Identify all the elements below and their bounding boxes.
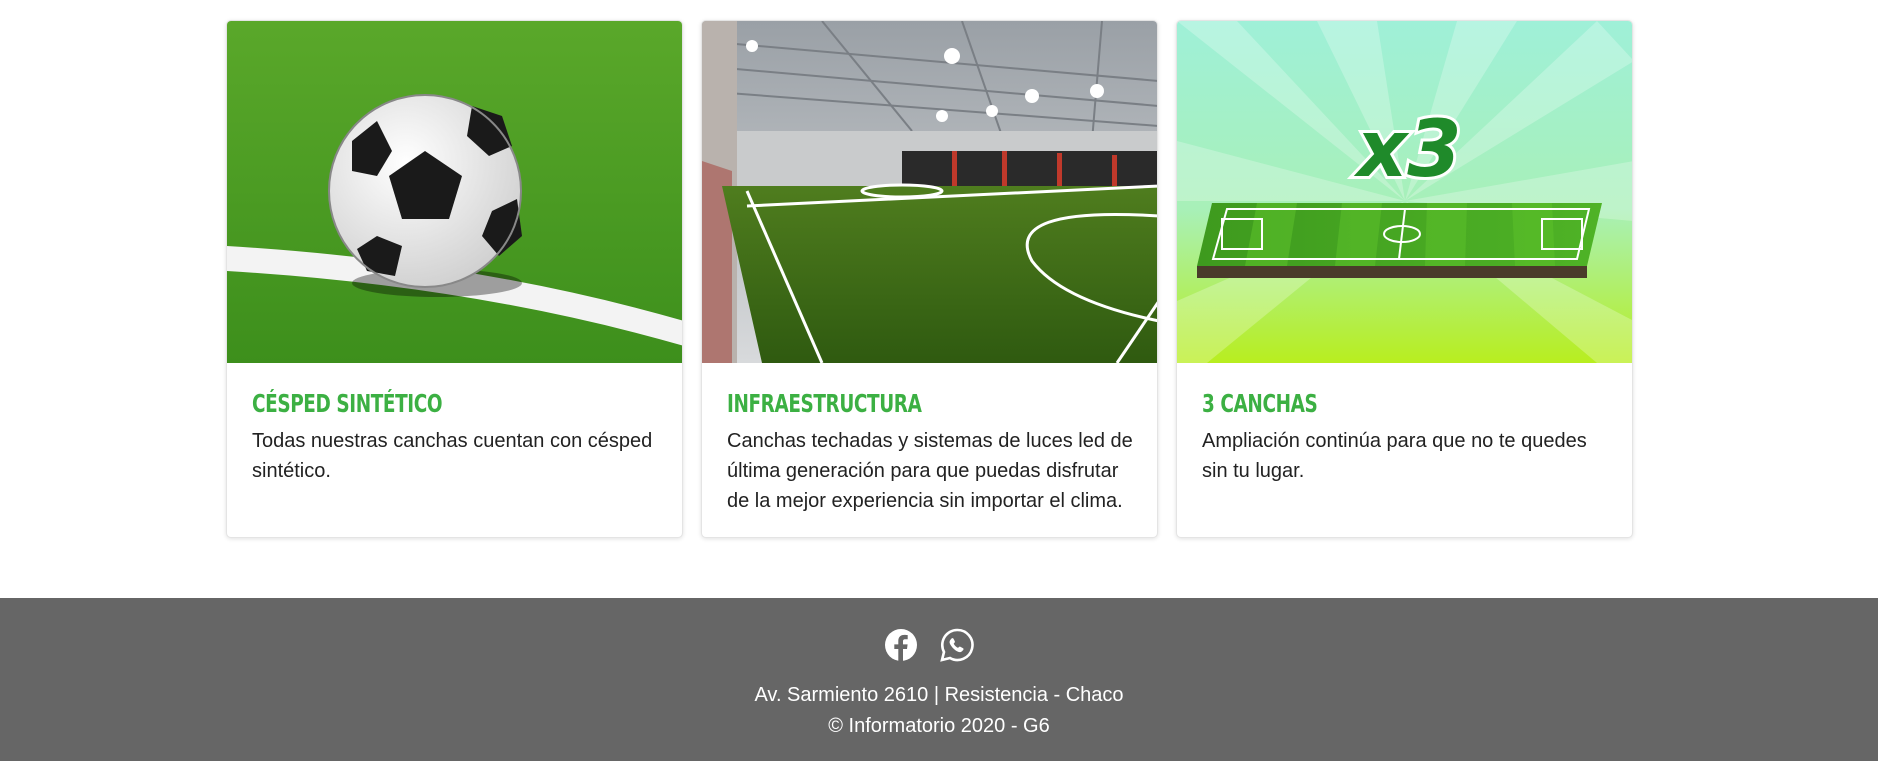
footer-address: Av. Sarmiento 2610 | Resistencia - Chaco [754,684,1124,706]
card-text: Todas nuestras canchas cuentan con céspe… [252,430,653,482]
feature-card-canchas: x3 x3 3 CANCHAS Ampliación continúa para… [1176,20,1633,538]
card-text: Ampliación continúa para que no te quede… [1202,430,1587,482]
x3-badge: x3 [1353,105,1462,195]
card-title: 3 CANCHAS [1202,389,1318,418]
card-title: CÉSPED SINTÉTICO [252,389,443,418]
card-title: INFRAESTRUCTURA [727,389,922,418]
feature-card-infraestructura: INFRAESTRUCTURA Canchas techadas y siste… [701,20,1158,538]
indoor-field-image [702,21,1157,363]
footer-copyright: © Informatorio 2020 - G6 [828,715,1050,737]
feature-card-cesped: CÉSPED SINTÉTICO Todas nuestras canchas … [226,20,683,538]
site-footer: Av. Sarmiento 2610 | Resistencia - Chaco… [0,598,1878,761]
soccer-ball-image [227,21,682,363]
three-fields-image: x3 x3 [1177,21,1632,363]
facebook-icon[interactable] [884,628,918,662]
whatsapp-icon[interactable] [940,628,974,662]
social-icons [0,628,1878,662]
features-row: CÉSPED SINTÉTICO Todas nuestras canchas … [226,20,1634,538]
card-text: Canchas techadas y sistemas de luces led… [727,430,1133,512]
